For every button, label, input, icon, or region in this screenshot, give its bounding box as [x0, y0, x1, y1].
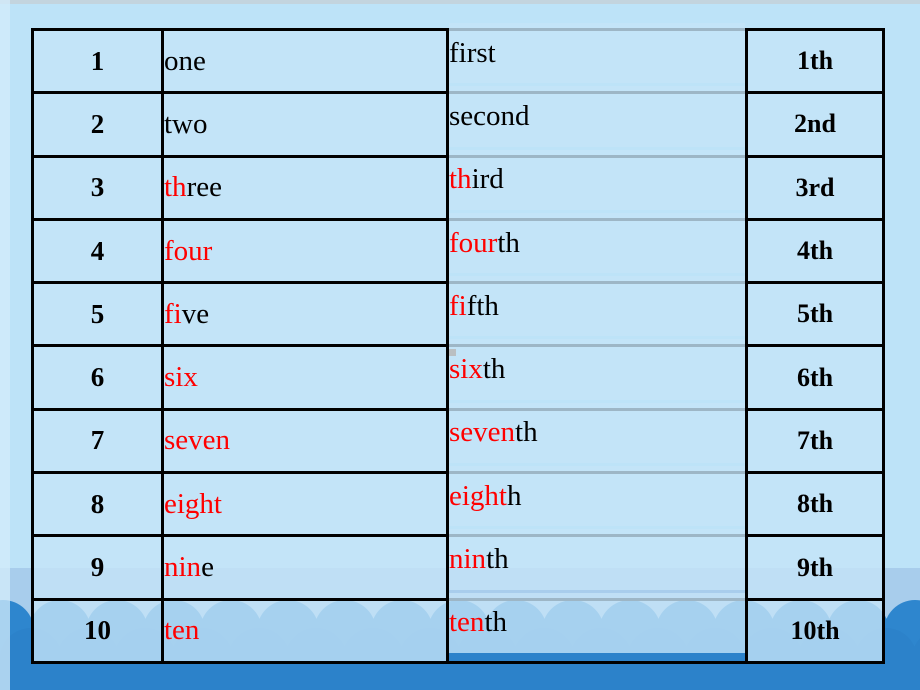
cell-ordinal-abbreviation: 7th — [745, 407, 885, 475]
cell-ordinal: tenth — [446, 589, 748, 657]
cell-cardinal: four — [161, 217, 449, 285]
cell-ordinal-abbreviation: 9th — [745, 534, 885, 601]
cardinal-stem: nin — [164, 551, 202, 584]
cell-cardinal: nine — [161, 534, 449, 601]
ordinal-suffix: th — [497, 226, 520, 259]
cell-cardinal: ten — [161, 597, 449, 665]
table-row: 1 one first 1th — [31, 19, 885, 95]
cell-ordinal-abbreviation: 8th — [745, 471, 885, 538]
ordinal-stem: fi — [449, 289, 467, 322]
cardinal-stem: six — [164, 361, 198, 394]
table-row: 7 seven seventh 7th — [31, 399, 885, 475]
cell-numeral: 10 — [31, 597, 164, 665]
cell-numeral: 5 — [31, 281, 164, 348]
cardinal-suffix: ree — [186, 171, 222, 204]
cell-numeral: 4 — [31, 217, 164, 285]
ordinal-suffix: th — [484, 606, 507, 639]
cell-ordinal: fourth — [446, 209, 748, 277]
cell-ordinal: second — [446, 83, 748, 150]
cell-ordinal: eighth — [446, 463, 748, 530]
cell-cardinal: six — [161, 344, 449, 411]
cell-ordinal-abbreviation: 2nd — [745, 91, 885, 158]
scallop-arc — [912, 628, 920, 690]
cell-ordinal-abbreviation: 6th — [745, 344, 885, 411]
ordinal-suffix: th — [482, 353, 506, 386]
cardinal-stem: eight — [164, 487, 222, 520]
ordinal-suffix: fth — [466, 289, 499, 322]
cell-numeral: 1 — [31, 27, 164, 95]
cell-numeral: 2 — [31, 91, 164, 158]
cell-numeral: 6 — [31, 344, 164, 411]
cell-cardinal: three — [161, 154, 449, 221]
slide-canvas: 1 one first 1th 2 two second 2nd 3 three third 3rd 4… — [0, 0, 920, 690]
cell-cardinal: seven — [161, 407, 449, 475]
ordinal-suffix: h — [507, 479, 522, 512]
table-row: 8 eight eighth 8th — [31, 463, 885, 538]
ordinal-stem: six — [449, 353, 483, 386]
table-row: 9 nine ninth 9th — [31, 526, 885, 601]
cardinal-stem: fi — [164, 297, 182, 330]
cardinal-suffix: e — [201, 551, 214, 584]
cell-ordinal-abbreviation: 3rd — [745, 154, 885, 221]
ordinal-stem: seven — [449, 416, 516, 449]
cell-ordinal: ninth — [446, 526, 748, 593]
table-row: 5 five fifth 5th — [31, 273, 885, 348]
table-row: 2 two second 2nd — [31, 83, 885, 158]
cell-numeral: 9 — [31, 534, 164, 601]
ordinal-suffix: th — [515, 416, 538, 449]
cell-ordinal: third — [446, 146, 748, 213]
ordinal-stem: th — [449, 163, 472, 196]
cell-cardinal: five — [161, 281, 449, 348]
cell-numeral: 7 — [31, 407, 164, 475]
cell-ordinal-abbreviation: 1th — [745, 27, 885, 95]
ordinal-stem: ten — [449, 606, 485, 639]
cardinal-suffix: one — [164, 44, 206, 77]
ordinal-stem: nin — [449, 543, 487, 576]
cell-numeral: 3 — [31, 154, 164, 221]
table-row: 6 six sixth 6th — [31, 336, 885, 411]
cell-ordinal-abbreviation: 5th — [745, 281, 885, 348]
cardinal-stem: seven — [164, 424, 231, 457]
ordinal-suffix: ird — [471, 163, 504, 196]
cell-ordinal: fifth — [446, 273, 748, 340]
cardinal-suffix: two — [164, 107, 208, 140]
slide-top-edge-strip — [0, 0, 920, 4]
slide-left-edge-strip — [0, 0, 10, 690]
cell-cardinal: eight — [161, 471, 449, 538]
cell-cardinal: two — [161, 91, 449, 158]
ordinal-stem: eight — [449, 479, 507, 512]
ordinal-suffix: second — [449, 99, 530, 132]
ordinal-suffix: th — [486, 543, 509, 576]
stray-speck-artifact — [449, 349, 456, 356]
cell-cardinal: one — [161, 27, 449, 95]
cardinal-stem: ten — [164, 614, 200, 647]
cardinal-stem: th — [164, 171, 187, 204]
cardinal-stem: four — [164, 234, 213, 267]
ordinal-stem: four — [449, 226, 498, 259]
cell-ordinal-abbreviation: 4th — [745, 217, 885, 285]
cell-ordinal: first — [446, 19, 748, 87]
ordinal-suffix: first — [449, 36, 496, 69]
cell-ordinal: seventh — [446, 399, 748, 467]
table-row: 3 three third 3rd — [31, 146, 885, 221]
cell-ordinal: sixth — [446, 336, 748, 403]
cell-ordinal-abbreviation: 10th — [745, 597, 885, 665]
numbers-table: 1 one first 1th 2 two second 2nd 3 three third 3rd 4… — [31, 19, 885, 665]
cardinal-suffix: ve — [181, 297, 210, 330]
table-row: 4 four fourth 4th — [31, 209, 885, 285]
cell-numeral: 8 — [31, 471, 164, 538]
table-row: 10 ten tenth 10th — [31, 589, 885, 665]
